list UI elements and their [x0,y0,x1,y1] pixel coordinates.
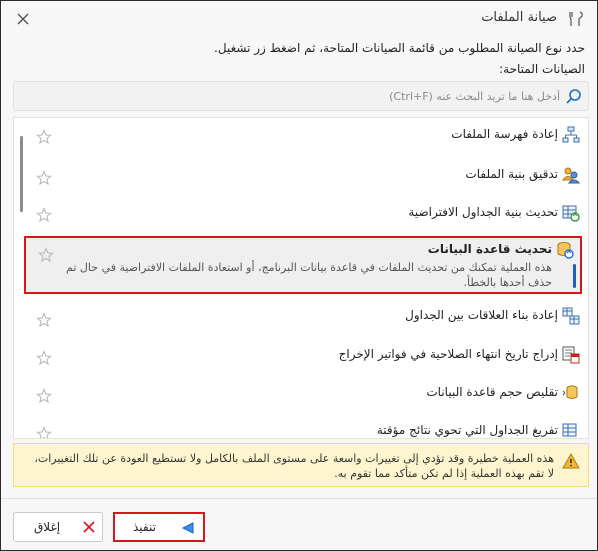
item-label: إدراج تاريخ انتهاء الصلاحية في فواتير ال… [338,347,558,361]
table-clear-icon [562,423,577,437]
close-button[interactable]: إغلاق [13,512,103,542]
item-label: تفريغ الجداول التي تحوي نتائج مؤقتة [376,423,558,437]
list-item-update-virtual-tables[interactable]: تحديث بنية الجداول الافتراضية [14,196,588,234]
star-icon[interactable] [38,247,54,263]
calendar-invoice-icon [562,346,580,364]
footer-divider [1,498,597,499]
list-item-insert-expiry-date[interactable]: إدراج تاريخ انتهاء الصلاحية في فواتير ال… [14,336,588,374]
tools-icon [569,11,583,26]
item-label: تدقيق بنية الملفات [465,167,558,181]
sitemap-icon [562,126,580,143]
item-label: تحديث قاعدة البيانات [427,242,552,256]
search-box[interactable] [13,81,589,111]
audit-users-icon [562,167,580,184]
star-icon[interactable] [36,170,52,186]
file-maintenance-dialog: صيانة الملفات حدد نوع الصيانة المطلوب من… [0,0,598,551]
search-icon[interactable] [565,88,582,105]
warning-icon [562,453,580,469]
list-item-audit-files[interactable]: تدقيق بنية الملفات [14,156,588,194]
item-label: إعادة فهرسة الملفات [451,127,558,141]
window-title: صيانة الملفات [481,10,557,25]
selection-indicator [573,264,576,288]
database-shrink-icon [562,385,578,399]
item-label: إعادة بناء العلاقات بين الجداول [405,308,558,322]
table-relations-icon [562,307,580,325]
play-icon [181,522,194,534]
item-description: هذه العملية تمكنك من تحديث الملفات في قا… [66,261,552,289]
database-refresh-icon [557,242,574,259]
instruction-text: حدد نوع الصيانة المطلوب من قائمة الصيانا… [214,41,585,55]
star-icon[interactable] [36,350,52,366]
close-icon[interactable] [13,9,33,29]
list-item-rebuild-relations[interactable]: إعادة بناء العلاقات بين الجداول [14,298,588,336]
available-maintenances-label: الصيانات المتاحة: [499,62,585,76]
list-item-reindex-files[interactable]: إعادة فهرسة الملفات [14,118,588,156]
run-button-label: تنفيذ [133,520,156,534]
warning-text: هذه العملية خطيرة وقد تؤدي إلى تغييرات و… [34,452,554,480]
star-icon[interactable] [36,207,52,223]
list-item-clear-temp-tables[interactable]: تفريغ الجداول التي تحوي نتائج مؤقتة [14,412,588,439]
list-item-shrink-database[interactable]: تقليص حجم قاعدة البيانات [14,374,588,412]
list-item-update-database[interactable]: تحديث قاعدة البيانات هذه العملية تمكنك م… [24,236,582,294]
item-label: تقليص حجم قاعدة البيانات [426,385,558,399]
close-button-label: إغلاق [34,520,61,534]
run-button[interactable]: تنفيذ [113,512,205,542]
star-icon[interactable] [36,388,52,404]
maintenance-list[interactable]: إعادة فهرسة الملفات تدقيق بنية الملفات ت… [13,117,589,439]
star-icon[interactable] [36,129,52,145]
search-input[interactable] [22,86,560,106]
table-refresh-icon [562,205,580,222]
warning-banner: هذه العملية خطيرة وقد تؤدي إلى تغييرات و… [13,443,589,487]
title-bar: صيانة الملفات [1,1,597,37]
item-label: تحديث بنية الجداول الافتراضية [408,205,558,219]
star-icon[interactable] [36,312,52,328]
star-icon[interactable] [36,426,52,439]
close-x-icon [83,521,95,533]
